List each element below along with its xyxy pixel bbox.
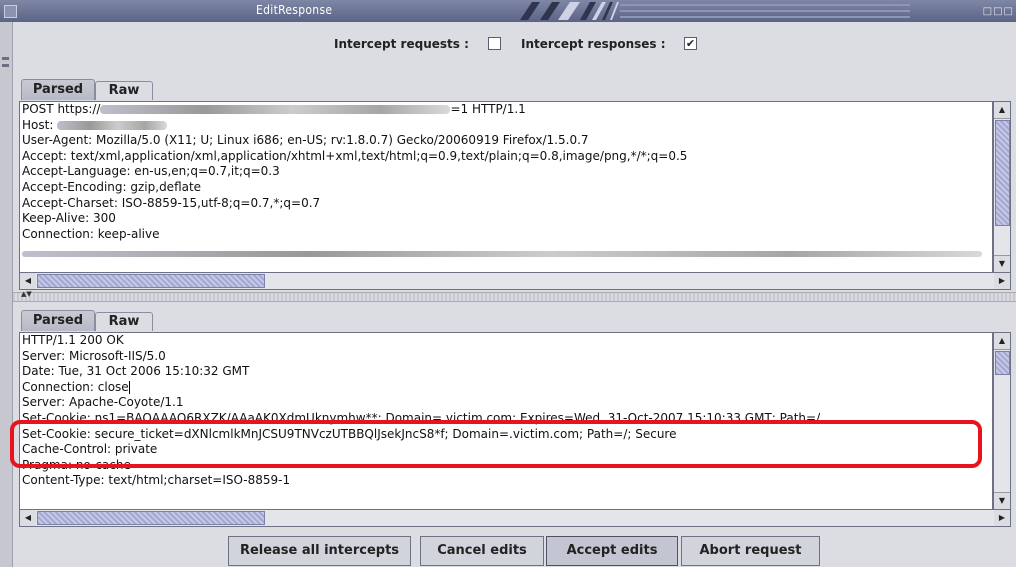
intercept-responses-label: Intercept responses :: [521, 37, 666, 51]
accept-edits-button[interactable]: Accept edits: [546, 536, 678, 566]
split-arrows-icon[interactable]: ▲▼: [21, 290, 32, 298]
edge-mark: [2, 57, 9, 60]
response-vertical-scrollbar[interactable]: ▲ ▼: [993, 332, 1011, 510]
scroll-thumb[interactable]: [995, 120, 1010, 226]
redacted-host: [57, 120, 168, 130]
response-line: Server: Microsoft-IIS/5.0: [22, 348, 166, 363]
scroll-left-icon[interactable]: ◀: [20, 273, 36, 289]
scroll-down-icon[interactable]: ▼: [994, 492, 1010, 509]
response-line: Server: Apache-Coyote/1.1: [22, 395, 184, 410]
set-cookie-line: Set-Cookie: secure_ticket=dXNlcmlkMnJCSU…: [22, 426, 677, 441]
window-controls[interactable]: □□□: [983, 6, 1014, 17]
header-line: Accept: text/xml,application/xml,applica…: [22, 148, 688, 163]
window-menu-icon[interactable]: [4, 5, 17, 18]
window-title: EditResponse: [256, 3, 333, 17]
response-line: Date: Tue, 31 Oct 2006 15:10:32 GMT: [22, 364, 250, 379]
header-line: Connection: keep-alive: [22, 226, 160, 241]
header-line: Accept-Encoding: gzip,deflate: [22, 179, 202, 194]
tab-response-raw[interactable]: Raw: [95, 312, 153, 331]
scroll-up-icon[interactable]: ▲: [994, 102, 1010, 119]
edge-mark: [2, 64, 9, 67]
request-protocol: =1 HTTP/1.1: [450, 102, 526, 116]
intercept-options: Intercept requests : Intercept responses…: [13, 22, 1016, 64]
request-line: POST https:// =1 HTTP/1.1: [20, 102, 992, 118]
redacted-line: [22, 250, 982, 257]
header-line-cut: [20, 242, 992, 258]
cancel-edits-button[interactable]: Cancel edits: [420, 536, 544, 566]
scroll-up-icon[interactable]: ▲: [994, 333, 1010, 350]
tab-response-parsed[interactable]: Parsed: [21, 310, 95, 331]
response-line: Pragma: no-cache: [22, 457, 131, 472]
response-line: HTTP/1.1 200 OK: [22, 333, 124, 347]
header-line: Accept-Language: en-us,en;q=0.7,it;q=0.3: [22, 164, 280, 179]
cursor-line-text: Connection: close: [22, 379, 129, 394]
intercept-responses-checkbox[interactable]: ✔: [684, 37, 697, 50]
tab-request-parsed[interactable]: Parsed: [21, 79, 95, 100]
request-vertical-scrollbar[interactable]: ▲ ▼: [993, 101, 1011, 273]
response-panel: Parsed Raw HTTP/1.1 200 OK Server: Micro…: [13, 310, 1016, 532]
redacted-url: [100, 105, 451, 114]
split-pane-divider[interactable]: ▲▼: [13, 290, 1016, 302]
set-cookie-line: Set-Cookie: ns1=BAQAAAQ6RXZK/AAaAK0XdmUk…: [22, 410, 821, 425]
response-line: Content-Type: text/html;charset=ISO-8859…: [22, 473, 291, 488]
release-all-intercepts-button[interactable]: Release all intercepts: [228, 536, 411, 566]
scroll-right-icon[interactable]: ▶: [994, 510, 1010, 526]
header-line: Keep-Alive: 300: [22, 211, 116, 226]
response-line: Cache-Control: private: [22, 442, 158, 457]
scroll-thumb[interactable]: [37, 274, 265, 288]
host-line: Host:: [20, 118, 992, 134]
text-cursor: [128, 380, 130, 394]
scroll-thumb[interactable]: [995, 351, 1010, 375]
request-panel: Parsed Raw POST https:// =1 HTTP/1.1 Host…: [13, 79, 1016, 292]
header-line: User-Agent: Mozilla/5.0 (X11; U; Linux i…: [22, 133, 589, 148]
scroll-down-icon[interactable]: ▼: [994, 255, 1010, 272]
abort-request-button[interactable]: Abort request: [681, 536, 820, 566]
host-label: Host:: [22, 117, 54, 132]
intercept-requests-checkbox[interactable]: [488, 37, 501, 50]
header-line: Accept-Charset: ISO-8859-15,utf-8;q=0.7,…: [22, 195, 321, 210]
title-bar: EditResponse □□□: [0, 0, 1016, 23]
response-line-with-cursor: Connection: close: [20, 380, 992, 396]
scroll-left-icon[interactable]: ◀: [20, 510, 36, 526]
intercept-requests-label: Intercept requests :: [334, 37, 469, 51]
request-text-area[interactable]: POST https:// =1 HTTP/1.1 Host: User-Agen…: [19, 101, 993, 273]
tab-request-raw[interactable]: Raw: [95, 81, 153, 100]
scroll-right-icon[interactable]: ▶: [994, 273, 1010, 289]
action-bar: Release all intercepts Cancel edits Acce…: [13, 533, 1016, 567]
scroll-thumb[interactable]: [37, 511, 265, 525]
response-horizontal-scrollbar[interactable]: ◀ ▶: [19, 509, 1011, 527]
request-horizontal-scrollbar[interactable]: ◀ ▶: [19, 272, 1011, 290]
request-method-url: POST https://: [22, 102, 101, 116]
title-decoration-icon: [520, 2, 910, 20]
window-left-edge: [0, 22, 13, 567]
response-text-area[interactable]: HTTP/1.1 200 OK Server: Microsoft-IIS/5.…: [19, 332, 993, 510]
